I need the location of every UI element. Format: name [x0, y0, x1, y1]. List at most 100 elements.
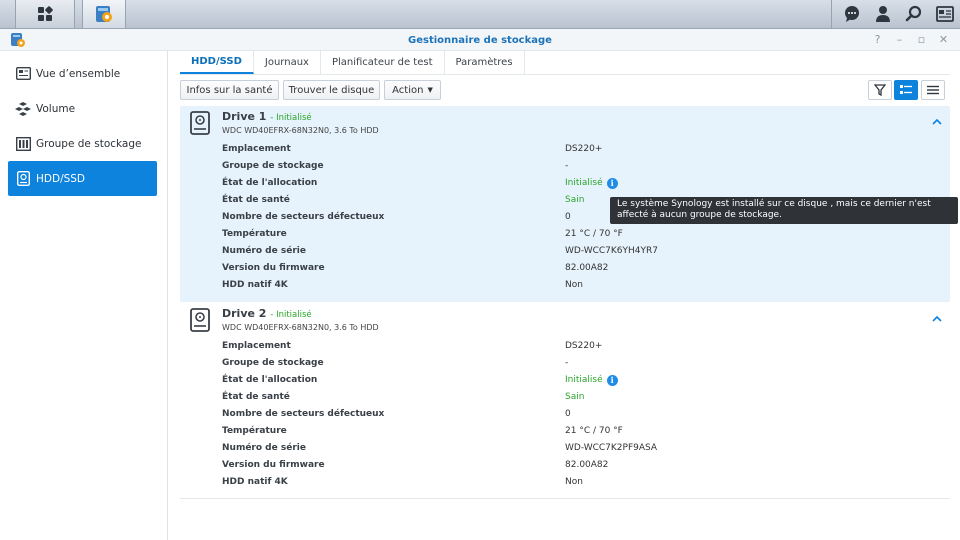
- overview-icon: [15, 66, 31, 82]
- hdd-icon: [15, 171, 31, 187]
- window-title: Gestionnaire de stockage: [408, 35, 552, 46]
- drive-title: Drive 1: [222, 110, 267, 123]
- storage-manager-taskbar-button[interactable]: [82, 0, 126, 28]
- temperature-label: Température: [222, 426, 287, 436]
- drive-title: Drive 2: [222, 307, 267, 320]
- search-button[interactable]: [898, 0, 929, 28]
- tab-test-scheduler[interactable]: Planificateur de test: [321, 51, 445, 74]
- allocation-state-text: Initialisé: [565, 178, 603, 188]
- drive-model: WDC WD40EFRX-68N32N0, 3.6 To HDD: [222, 126, 379, 135]
- chevron-up-icon[interactable]: [932, 315, 942, 323]
- help-icon[interactable]: ?: [871, 33, 884, 47]
- tooltip-line-2: affecté à aucun groupe de stockage.: [617, 210, 782, 220]
- storage-pool-label: Groupe de stockage: [222, 161, 324, 171]
- main-menu-button[interactable]: [15, 0, 75, 28]
- tab-settings[interactable]: Paramètres: [445, 51, 525, 74]
- chat-bubble-icon: [844, 6, 859, 22]
- restore-icon[interactable]: ▫: [915, 33, 928, 47]
- hdd-icon: [190, 111, 210, 135]
- sidebar-item-label: Vue d’ensemble: [36, 67, 121, 80]
- serial-label: Numéro de série: [222, 246, 306, 256]
- action-label: Action: [392, 84, 424, 96]
- user-icon: [875, 6, 890, 22]
- detail-view-button[interactable]: [894, 80, 918, 100]
- chevron-up-icon[interactable]: [932, 118, 942, 126]
- native-4k-value: Non: [565, 280, 583, 290]
- native-4k-value: Non: [565, 477, 583, 487]
- filter-icon: [874, 84, 886, 96]
- drive-name: Drive 2 - Initialisé: [222, 307, 312, 320]
- allocation-state-label: État de l'allocation: [222, 375, 318, 385]
- sidebar-item-storage-pool[interactable]: Groupe de stockage: [8, 126, 157, 161]
- minimize-icon[interactable]: –: [893, 33, 906, 47]
- search-icon: [905, 5, 921, 22]
- widgets-button[interactable]: [929, 0, 960, 28]
- bad-sectors-label: Nombre de secteurs défectueux: [222, 212, 385, 222]
- notifications-button[interactable]: [836, 0, 867, 28]
- user-button[interactable]: [867, 0, 898, 28]
- storage-pool-value: -: [565, 161, 569, 171]
- allocation-tooltip: Le système Synology est installé sur ce …: [610, 197, 958, 224]
- tab-bar: HDD/SSD Journaux Planificateur de test P…: [180, 51, 950, 75]
- hdd-icon: [190, 308, 210, 332]
- drive-model: WDC WD40EFRX-68N32N0, 3.6 To HDD: [222, 323, 379, 332]
- serial-value: WD-WCC7K2PF9ASA: [565, 443, 658, 453]
- info-icon[interactable]: i: [606, 178, 618, 189]
- toolbar: Infos sur la santé Trouver le disque Act…: [180, 80, 950, 101]
- location-label: Emplacement: [222, 144, 291, 154]
- native-4k-label: HDD natif 4K: [222, 477, 288, 487]
- find-disk-button[interactable]: Trouver le disque: [283, 80, 380, 100]
- serial-value: WD-WCC7K6YH4YR7: [565, 246, 659, 256]
- location-value: DS220+: [565, 341, 603, 351]
- volume-icon: [15, 101, 31, 117]
- list-view-button[interactable]: [921, 80, 945, 100]
- sidebar-item-overview[interactable]: Vue d’ensemble: [8, 56, 157, 91]
- temperature-label: Température: [222, 229, 287, 239]
- drive-status: - Initialisé: [270, 310, 312, 320]
- main-menu-icon: [38, 6, 53, 21]
- storage-pool-value: -: [565, 358, 569, 368]
- serial-label: Numéro de série: [222, 443, 306, 453]
- tab-logs[interactable]: Journaux: [254, 51, 321, 74]
- taskbar: [0, 0, 960, 29]
- info-icon[interactable]: i: [606, 375, 618, 386]
- sidebar-item-hdd-ssd[interactable]: HDD/SSD: [8, 161, 157, 196]
- detail-list-icon: [900, 85, 912, 94]
- firmware-label: Version du firmware: [222, 460, 325, 470]
- close-icon[interactable]: ✕: [937, 33, 950, 47]
- drive-name: Drive 1 - Initialisé: [222, 110, 312, 123]
- drive-status: - Initialisé: [270, 113, 312, 123]
- sidebar-item-label: HDD/SSD: [36, 172, 86, 185]
- firmware-value: 82.00A82: [565, 263, 609, 273]
- action-button[interactable]: Action ▼: [384, 80, 441, 100]
- location-value: DS220+: [565, 144, 603, 154]
- health-state-value: Sain: [565, 195, 585, 205]
- allocation-state-value: Initialisé i: [565, 375, 618, 386]
- list-icon: [927, 85, 939, 95]
- caret-down-icon: ▼: [427, 86, 433, 94]
- temperature-value: 21 °C / 70 °F: [565, 229, 623, 239]
- tooltip-line-1: Le système Synology est installé sur ce …: [617, 199, 931, 209]
- taskbar-separator: [831, 0, 832, 28]
- health-info-button[interactable]: Infos sur la santé: [180, 80, 279, 100]
- health-state-label: État de santé: [222, 195, 290, 205]
- sidebar: Vue d’ensemble Volume Groupe de stockage…: [0, 51, 168, 540]
- bad-sectors-label: Nombre de secteurs défectueux: [222, 409, 385, 419]
- storage-pool-label: Groupe de stockage: [222, 358, 324, 368]
- tab-hdd-ssd[interactable]: HDD/SSD: [180, 51, 254, 74]
- drive-panel-2[interactable]: Drive 2 - Initialisé WDC WD40EFRX-68N32N…: [180, 303, 950, 499]
- storage-manager-icon: [96, 6, 112, 22]
- health-state-value: Sain: [565, 392, 585, 402]
- bad-sectors-value: 0: [565, 409, 571, 419]
- widgets-icon: [935, 6, 954, 22]
- window-header: Gestionnaire de stockage ? – ▫ ✕: [0, 29, 960, 51]
- sidebar-item-volume[interactable]: Volume: [8, 91, 157, 126]
- filter-button[interactable]: [868, 80, 892, 100]
- sidebar-item-label: Volume: [36, 102, 76, 115]
- allocation-state-value: Initialisé i: [565, 178, 618, 189]
- location-label: Emplacement: [222, 341, 291, 351]
- temperature-value: 21 °C / 70 °F: [565, 426, 623, 436]
- firmware-value: 82.00A82: [565, 460, 609, 470]
- storage-pool-icon: [15, 136, 31, 152]
- firmware-label: Version du firmware: [222, 263, 325, 273]
